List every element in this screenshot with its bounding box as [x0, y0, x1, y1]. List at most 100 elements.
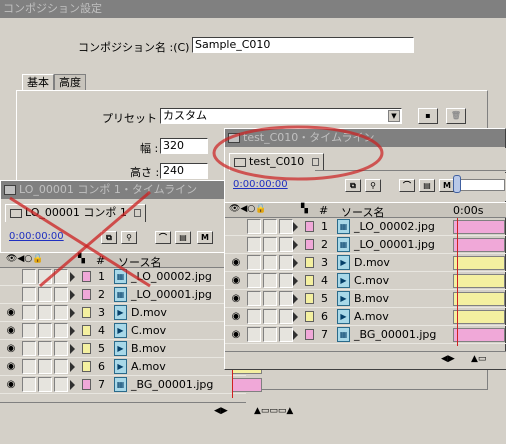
switch-cell[interactable]	[38, 323, 52, 338]
motion-blur-button[interactable]: M	[197, 231, 213, 244]
label-color-swatch[interactable]	[82, 307, 91, 318]
layer-row[interactable]: 2 ▦ _LO_00001.jpg	[225, 236, 506, 254]
label-color-swatch[interactable]	[305, 239, 314, 250]
layer-row[interactable]: ◉ 3 ▶ D.mov	[225, 254, 506, 272]
switch-cell[interactable]	[263, 219, 277, 234]
layer-duration-bar[interactable]	[453, 328, 505, 342]
switch-cell[interactable]	[263, 273, 277, 288]
layer-source-name[interactable]: _BG_00001.jpg	[131, 378, 213, 391]
switch-cell[interactable]	[38, 377, 52, 392]
expand-triangle-icon[interactable]	[70, 326, 75, 336]
label-color-swatch[interactable]	[305, 293, 314, 304]
switch-cell[interactable]	[279, 273, 293, 288]
expand-triangle-icon[interactable]	[70, 290, 75, 300]
label-color-swatch[interactable]	[305, 221, 314, 232]
switch-cell[interactable]	[38, 305, 52, 320]
expand-triangle-icon[interactable]	[293, 294, 298, 304]
label-color-swatch[interactable]	[82, 379, 91, 390]
switch-cell[interactable]	[22, 341, 36, 356]
layer-source-name[interactable]: C.mov	[131, 324, 166, 337]
switch-cell[interactable]	[279, 327, 293, 342]
layer-source-name[interactable]: C.mov	[354, 274, 389, 287]
layer-source-name[interactable]: _LO_00002.jpg	[354, 220, 435, 233]
expand-triangle-icon[interactable]	[70, 362, 75, 372]
expand-triangle-icon[interactable]	[293, 312, 298, 322]
layer-source-name[interactable]: B.mov	[354, 292, 389, 305]
eye-icon[interactable]: ◉	[229, 328, 243, 341]
tab-basic[interactable]: 基本	[22, 74, 54, 90]
label-color-swatch[interactable]	[305, 329, 314, 340]
eye-icon[interactable]: ◉	[4, 306, 18, 319]
time-indicator-front[interactable]	[457, 218, 458, 346]
layer-row[interactable]: ◉ 5 ▶ B.mov	[225, 290, 506, 308]
layer-row[interactable]: ◉ 7 ▦ _BG_00001.jpg	[0, 376, 262, 394]
switch-cell[interactable]	[38, 341, 52, 356]
switch-cell[interactable]	[279, 291, 293, 306]
layer-duration-bar[interactable]	[453, 310, 505, 324]
label-color-swatch[interactable]	[305, 311, 314, 322]
switch-cell[interactable]	[279, 237, 293, 252]
eye-icon[interactable]: ◉	[4, 342, 18, 355]
layer-source-name[interactable]: D.mov	[131, 306, 167, 319]
layer-row[interactable]: ◉ 5 ▶ B.mov	[0, 340, 262, 358]
eye-icon[interactable]: ◉	[229, 274, 243, 287]
layer-row[interactable]: ◉ 4 ▶ C.mov	[0, 322, 262, 340]
expand-triangle-icon[interactable]	[293, 240, 298, 250]
eye-icon[interactable]: ◉	[4, 324, 18, 337]
switch-cell[interactable]	[279, 309, 293, 324]
expand-triangle-icon[interactable]	[293, 276, 298, 286]
layer-source-name[interactable]: _LO_00001.jpg	[354, 238, 435, 251]
expand-triangle-icon[interactable]	[293, 330, 298, 340]
current-time-indicator-handle[interactable]	[453, 175, 461, 193]
layer-source-name[interactable]: D.mov	[354, 256, 390, 269]
eye-icon[interactable]	[229, 238, 243, 251]
expand-triangle-icon[interactable]	[70, 344, 75, 354]
layer-row[interactable]: ◉ 4 ▶ C.mov	[225, 272, 506, 290]
layer-source-name[interactable]: A.mov	[354, 310, 389, 323]
switch-cell[interactable]	[247, 255, 261, 270]
zoom-slider-icon[interactable]: ▲▭▭▭▲	[254, 406, 293, 416]
switch-cell[interactable]	[54, 359, 68, 374]
layer-row[interactable]: 1 ▦ _LO_00002.jpg	[225, 218, 506, 236]
zoom-slider-icon[interactable]: ▲▭	[471, 354, 486, 364]
switch-cell[interactable]	[263, 255, 277, 270]
switch-cell[interactable]	[247, 273, 261, 288]
switch-cell[interactable]	[38, 359, 52, 374]
switch-cell[interactable]	[263, 291, 277, 306]
switch-cell[interactable]	[247, 327, 261, 342]
expand-triangle-icon[interactable]	[293, 258, 298, 268]
layer-duration-bar[interactable]	[453, 238, 505, 252]
switch-cell[interactable]	[22, 323, 36, 338]
delete-preset-button[interactable]: 🗑	[446, 108, 466, 124]
label-color-swatch[interactable]	[305, 275, 314, 286]
layer-source-name[interactable]: _BG_00001.jpg	[354, 328, 436, 341]
switch-cell[interactable]	[279, 255, 293, 270]
expand-triangle-icon[interactable]	[293, 222, 298, 232]
switch-cell[interactable]	[247, 219, 261, 234]
expand-triangle-icon[interactable]	[70, 308, 75, 318]
eye-icon[interactable]: ◉	[4, 378, 18, 391]
expand-triangle-icon[interactable]	[70, 380, 75, 390]
zoom-out-icon[interactable]: ◀▶	[214, 406, 228, 416]
label-color-swatch[interactable]	[305, 257, 314, 268]
switch-cell[interactable]	[247, 309, 261, 324]
layer-source-name[interactable]: B.mov	[131, 342, 166, 355]
switch-cell[interactable]	[247, 237, 261, 252]
switch-cell[interactable]	[54, 341, 68, 356]
label-color-swatch[interactable]	[82, 361, 91, 372]
save-preset-button[interactable]: ▪	[418, 108, 438, 124]
layer-row[interactable]: ◉ 3 ▶ D.mov	[0, 304, 262, 322]
switch-cell[interactable]	[22, 305, 36, 320]
frame-blend-button[interactable]: ▤	[419, 179, 435, 192]
eye-icon[interactable]: ◉	[4, 360, 18, 373]
label-color-swatch[interactable]	[82, 325, 91, 336]
label-color-swatch[interactable]	[82, 289, 91, 300]
zoom-out-icon[interactable]: ◀▶	[441, 354, 455, 364]
comp-name-field[interactable]: Sample_C010	[192, 37, 414, 53]
layer-duration-bar[interactable]	[232, 378, 262, 392]
layer-duration-bar[interactable]	[453, 292, 505, 306]
layer-duration-bar[interactable]	[453, 220, 505, 234]
switch-cell[interactable]	[247, 291, 261, 306]
switch-cell[interactable]	[54, 377, 68, 392]
switch-cell[interactable]	[54, 305, 68, 320]
